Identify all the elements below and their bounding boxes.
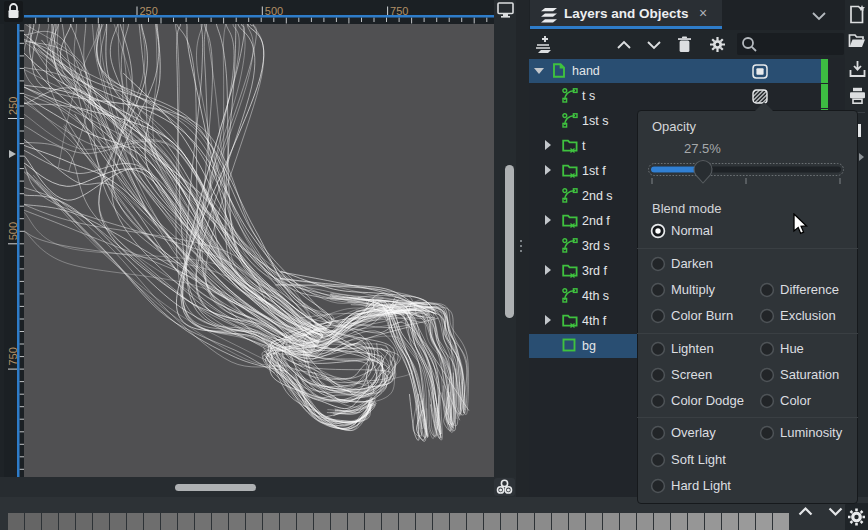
svg-text:750: 750 <box>390 5 408 17</box>
svg-text:500: 500 <box>265 5 283 17</box>
svg-text:750: 750 <box>7 347 19 365</box>
svg-text:250: 250 <box>140 5 158 17</box>
svg-text:500: 500 <box>7 222 19 240</box>
svg-text:250: 250 <box>7 97 19 115</box>
